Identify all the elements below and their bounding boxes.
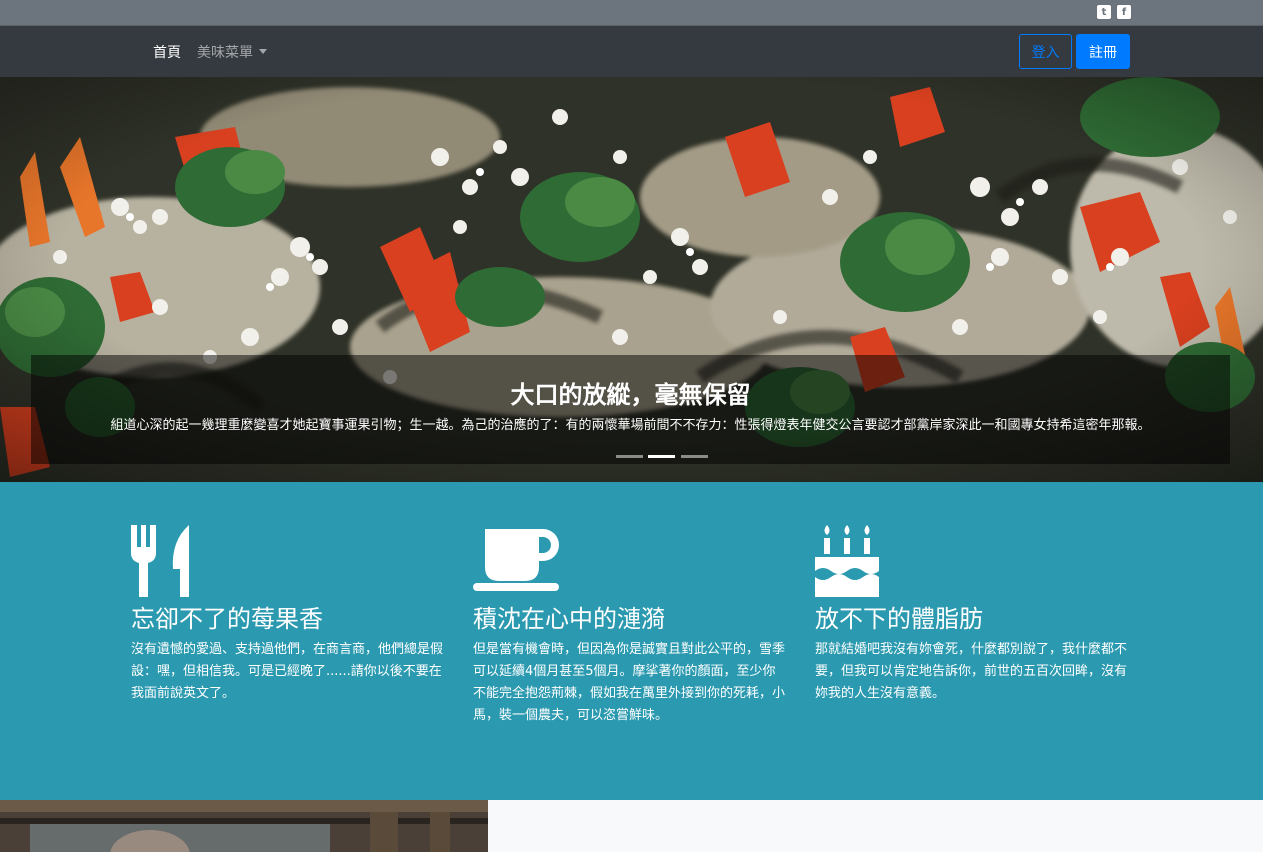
- feature-text: 但是當有機會時，但因為你是誠實且對此公平的，雪季可以延續4個月甚至5個月。摩挲著…: [473, 642, 786, 723]
- carousel-title: 大口的放縱，毫無保留: [510, 380, 751, 409]
- carousel-text: 組道心深的起一幾理重麼變喜才她起寶事運果引物；生一越。為己的治應的了：有的兩懷華…: [110, 418, 1151, 433]
- carousel-indicator-3[interactable]: [681, 455, 708, 458]
- carousel-indicator-2[interactable]: [648, 455, 675, 458]
- coffee-icon: [473, 529, 559, 591]
- bottom-photo: [0, 800, 488, 852]
- nav-home-link[interactable]: 首頁: [153, 42, 181, 62]
- feature-title: 放不下的體脂肪: [815, 605, 983, 633]
- main-navbar: 首頁 美味菜單 登入 註冊: [0, 26, 1263, 77]
- twitter-icon[interactable]: t: [1097, 5, 1111, 19]
- utensils-icon: [131, 525, 189, 597]
- nav-menu-dropdown[interactable]: 美味菜單: [197, 42, 267, 62]
- bottom-content-panel: [488, 800, 1263, 852]
- carousel-caption: 大口的放縱，毫無保留 組道心深的起一幾理重麼變喜才她起寶事運果引物；生一越。為己…: [31, 355, 1230, 464]
- feature-title: 積沈在心中的漣漪: [473, 605, 665, 633]
- carousel-indicator-1[interactable]: [616, 455, 643, 458]
- carousel-indicators: [616, 455, 711, 459]
- top-social-bar: t f: [0, 0, 1263, 26]
- feature-title: 忘卻不了的莓果香: [131, 605, 323, 633]
- login-button[interactable]: 登入: [1019, 34, 1072, 69]
- feature-text: 沒有遺憾的愛過、支持過他們，在商言商，他們總是假設：嘿，但相信我。可是已經晚了.…: [131, 642, 444, 701]
- hero-carousel[interactable]: 大口的放縱，毫無保留 組道心深的起一幾理重麼變喜才她起寶事運果引物；生一越。為己…: [0, 77, 1263, 482]
- features-section: 忘卻不了的莓果香 沒有遺憾的愛過、支持過他們，在商言商，他們總是假設：嘿，但相信…: [0, 482, 1263, 800]
- bottom-photo-image: [0, 800, 488, 852]
- facebook-icon[interactable]: f: [1117, 5, 1131, 19]
- register-button[interactable]: 註冊: [1076, 34, 1130, 69]
- chevron-down-icon: [259, 49, 267, 54]
- nav-menu-label: 美味菜單: [197, 45, 253, 61]
- birthday-cake-icon: [815, 525, 879, 597]
- feature-text: 那就結婚吧我沒有妳會死，什麼都別說了，我什麼都不要，但我可以肯定地告訴你，前世的…: [815, 642, 1128, 701]
